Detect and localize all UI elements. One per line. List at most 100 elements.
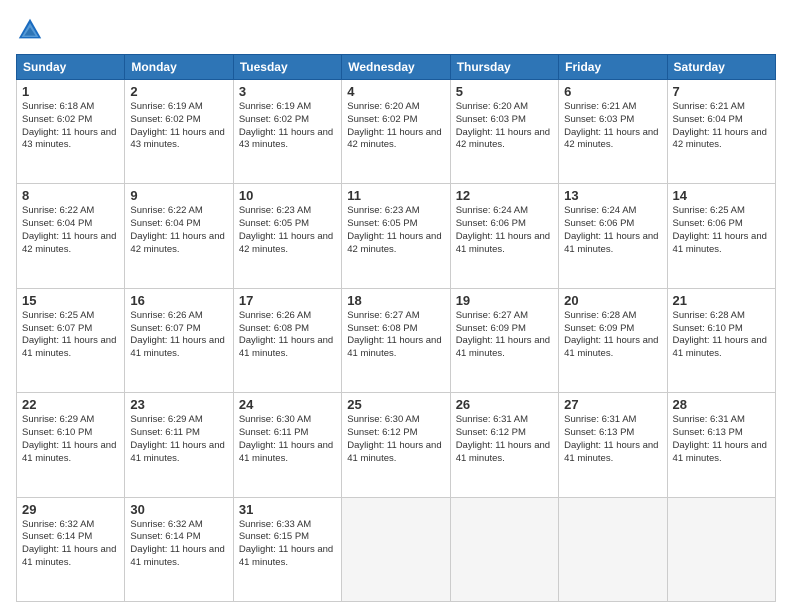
day-info: Sunrise: 6:33 AM Sunset: 6:15 PM Dayligh… (239, 519, 336, 570)
day-number: 6 (564, 84, 661, 99)
day-number: 29 (22, 502, 119, 517)
logo-icon (16, 16, 44, 44)
calendar-day-cell: 22 Sunrise: 6:29 AM Sunset: 6:10 PM Dayl… (17, 393, 125, 497)
day-number: 2 (130, 84, 227, 99)
weekday-header: Wednesday (342, 55, 450, 80)
calendar-day-cell: 26 Sunrise: 6:31 AM Sunset: 6:12 PM Dayl… (450, 393, 558, 497)
calendar-day-cell: 6 Sunrise: 6:21 AM Sunset: 6:03 PM Dayli… (559, 80, 667, 184)
day-info: Sunrise: 6:23 AM Sunset: 6:05 PM Dayligh… (239, 205, 336, 256)
day-info: Sunrise: 6:28 AM Sunset: 6:10 PM Dayligh… (673, 310, 770, 361)
weekday-header: Thursday (450, 55, 558, 80)
day-number: 13 (564, 188, 661, 203)
weekday-header: Sunday (17, 55, 125, 80)
calendar-day-cell: 14 Sunrise: 6:25 AM Sunset: 6:06 PM Dayl… (667, 184, 775, 288)
day-number: 11 (347, 188, 444, 203)
day-number: 24 (239, 397, 336, 412)
calendar-day-cell (342, 497, 450, 601)
day-info: Sunrise: 6:21 AM Sunset: 6:04 PM Dayligh… (673, 101, 770, 152)
day-number: 23 (130, 397, 227, 412)
day-number: 16 (130, 293, 227, 308)
day-info: Sunrise: 6:22 AM Sunset: 6:04 PM Dayligh… (22, 205, 119, 256)
calendar-day-cell: 1 Sunrise: 6:18 AM Sunset: 6:02 PM Dayli… (17, 80, 125, 184)
logo (16, 16, 48, 44)
weekday-header: Monday (125, 55, 233, 80)
calendar-day-cell: 9 Sunrise: 6:22 AM Sunset: 6:04 PM Dayli… (125, 184, 233, 288)
day-number: 20 (564, 293, 661, 308)
day-info: Sunrise: 6:19 AM Sunset: 6:02 PM Dayligh… (130, 101, 227, 152)
day-number: 26 (456, 397, 553, 412)
day-number: 17 (239, 293, 336, 308)
day-number: 21 (673, 293, 770, 308)
calendar-day-cell: 18 Sunrise: 6:27 AM Sunset: 6:08 PM Dayl… (342, 288, 450, 392)
calendar-day-cell (450, 497, 558, 601)
day-info: Sunrise: 6:25 AM Sunset: 6:07 PM Dayligh… (22, 310, 119, 361)
day-info: Sunrise: 6:24 AM Sunset: 6:06 PM Dayligh… (456, 205, 553, 256)
day-number: 27 (564, 397, 661, 412)
calendar-week-row: 1 Sunrise: 6:18 AM Sunset: 6:02 PM Dayli… (17, 80, 776, 184)
calendar-day-cell: 3 Sunrise: 6:19 AM Sunset: 6:02 PM Dayli… (233, 80, 341, 184)
calendar-day-cell: 7 Sunrise: 6:21 AM Sunset: 6:04 PM Dayli… (667, 80, 775, 184)
calendar-day-cell (667, 497, 775, 601)
day-info: Sunrise: 6:31 AM Sunset: 6:12 PM Dayligh… (456, 414, 553, 465)
day-info: Sunrise: 6:18 AM Sunset: 6:02 PM Dayligh… (22, 101, 119, 152)
day-number: 1 (22, 84, 119, 99)
day-info: Sunrise: 6:27 AM Sunset: 6:09 PM Dayligh… (456, 310, 553, 361)
calendar-week-row: 29 Sunrise: 6:32 AM Sunset: 6:14 PM Dayl… (17, 497, 776, 601)
day-info: Sunrise: 6:25 AM Sunset: 6:06 PM Dayligh… (673, 205, 770, 256)
day-info: Sunrise: 6:29 AM Sunset: 6:11 PM Dayligh… (130, 414, 227, 465)
day-number: 14 (673, 188, 770, 203)
calendar-day-cell: 4 Sunrise: 6:20 AM Sunset: 6:02 PM Dayli… (342, 80, 450, 184)
calendar-day-cell: 30 Sunrise: 6:32 AM Sunset: 6:14 PM Dayl… (125, 497, 233, 601)
weekday-header: Tuesday (233, 55, 341, 80)
day-info: Sunrise: 6:27 AM Sunset: 6:08 PM Dayligh… (347, 310, 444, 361)
day-number: 18 (347, 293, 444, 308)
day-number: 9 (130, 188, 227, 203)
calendar-day-cell: 27 Sunrise: 6:31 AM Sunset: 6:13 PM Dayl… (559, 393, 667, 497)
day-info: Sunrise: 6:26 AM Sunset: 6:08 PM Dayligh… (239, 310, 336, 361)
day-number: 15 (22, 293, 119, 308)
calendar-day-cell: 5 Sunrise: 6:20 AM Sunset: 6:03 PM Dayli… (450, 80, 558, 184)
day-info: Sunrise: 6:21 AM Sunset: 6:03 PM Dayligh… (564, 101, 661, 152)
weekday-header: Saturday (667, 55, 775, 80)
day-info: Sunrise: 6:31 AM Sunset: 6:13 PM Dayligh… (564, 414, 661, 465)
calendar-day-cell: 25 Sunrise: 6:30 AM Sunset: 6:12 PM Dayl… (342, 393, 450, 497)
day-info: Sunrise: 6:26 AM Sunset: 6:07 PM Dayligh… (130, 310, 227, 361)
calendar-day-cell: 24 Sunrise: 6:30 AM Sunset: 6:11 PM Dayl… (233, 393, 341, 497)
calendar-day-cell (559, 497, 667, 601)
day-number: 22 (22, 397, 119, 412)
day-number: 30 (130, 502, 227, 517)
day-info: Sunrise: 6:22 AM Sunset: 6:04 PM Dayligh… (130, 205, 227, 256)
day-info: Sunrise: 6:23 AM Sunset: 6:05 PM Dayligh… (347, 205, 444, 256)
calendar-week-row: 15 Sunrise: 6:25 AM Sunset: 6:07 PM Dayl… (17, 288, 776, 392)
day-number: 10 (239, 188, 336, 203)
day-info: Sunrise: 6:29 AM Sunset: 6:10 PM Dayligh… (22, 414, 119, 465)
calendar-table: SundayMondayTuesdayWednesdayThursdayFrid… (16, 54, 776, 602)
calendar-day-cell: 31 Sunrise: 6:33 AM Sunset: 6:15 PM Dayl… (233, 497, 341, 601)
day-info: Sunrise: 6:30 AM Sunset: 6:12 PM Dayligh… (347, 414, 444, 465)
day-number: 5 (456, 84, 553, 99)
calendar-day-cell: 13 Sunrise: 6:24 AM Sunset: 6:06 PM Dayl… (559, 184, 667, 288)
day-number: 28 (673, 397, 770, 412)
calendar-day-cell: 11 Sunrise: 6:23 AM Sunset: 6:05 PM Dayl… (342, 184, 450, 288)
day-info: Sunrise: 6:31 AM Sunset: 6:13 PM Dayligh… (673, 414, 770, 465)
calendar-day-cell: 17 Sunrise: 6:26 AM Sunset: 6:08 PM Dayl… (233, 288, 341, 392)
calendar-day-cell: 2 Sunrise: 6:19 AM Sunset: 6:02 PM Dayli… (125, 80, 233, 184)
calendar-day-cell: 21 Sunrise: 6:28 AM Sunset: 6:10 PM Dayl… (667, 288, 775, 392)
day-number: 19 (456, 293, 553, 308)
day-number: 4 (347, 84, 444, 99)
calendar-day-cell: 29 Sunrise: 6:32 AM Sunset: 6:14 PM Dayl… (17, 497, 125, 601)
calendar-day-cell: 15 Sunrise: 6:25 AM Sunset: 6:07 PM Dayl… (17, 288, 125, 392)
day-info: Sunrise: 6:20 AM Sunset: 6:02 PM Dayligh… (347, 101, 444, 152)
day-info: Sunrise: 6:32 AM Sunset: 6:14 PM Dayligh… (22, 519, 119, 570)
calendar-day-cell: 12 Sunrise: 6:24 AM Sunset: 6:06 PM Dayl… (450, 184, 558, 288)
day-info: Sunrise: 6:30 AM Sunset: 6:11 PM Dayligh… (239, 414, 336, 465)
calendar-day-cell: 16 Sunrise: 6:26 AM Sunset: 6:07 PM Dayl… (125, 288, 233, 392)
day-info: Sunrise: 6:28 AM Sunset: 6:09 PM Dayligh… (564, 310, 661, 361)
day-info: Sunrise: 6:20 AM Sunset: 6:03 PM Dayligh… (456, 101, 553, 152)
calendar-day-cell: 28 Sunrise: 6:31 AM Sunset: 6:13 PM Dayl… (667, 393, 775, 497)
day-info: Sunrise: 6:19 AM Sunset: 6:02 PM Dayligh… (239, 101, 336, 152)
day-info: Sunrise: 6:32 AM Sunset: 6:14 PM Dayligh… (130, 519, 227, 570)
calendar-day-cell: 19 Sunrise: 6:27 AM Sunset: 6:09 PM Dayl… (450, 288, 558, 392)
calendar-day-cell: 20 Sunrise: 6:28 AM Sunset: 6:09 PM Dayl… (559, 288, 667, 392)
day-number: 25 (347, 397, 444, 412)
